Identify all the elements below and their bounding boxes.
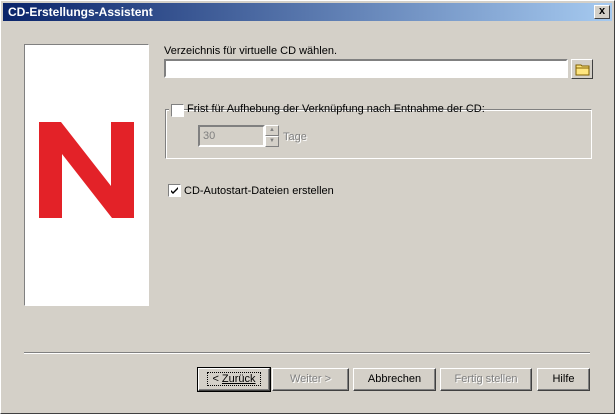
days-unit-label: Tage xyxy=(283,131,307,143)
autostart-label: CD-Autostart-Dateien erstellen xyxy=(184,185,334,197)
window-title: CD-Erstellungs-Assistent xyxy=(8,5,153,19)
unlink-label: Frist für Aufhebung der Verknüpfung nach… xyxy=(187,103,485,115)
help-button[interactable]: Hilfe xyxy=(537,368,590,391)
unlink-checkbox[interactable] xyxy=(171,104,184,117)
unlink-option[interactable]: Frist für Aufhebung der Verknüpfung nach… xyxy=(169,102,485,117)
spin-up-icon[interactable]: ▲ xyxy=(265,125,279,136)
back-button[interactable]: < Zurück xyxy=(197,367,271,392)
button-separator xyxy=(24,352,590,354)
close-button[interactable]: x xyxy=(594,5,610,19)
check-icon xyxy=(171,187,178,194)
folder-icon xyxy=(575,64,590,76)
next-button[interactable]: Weiter > xyxy=(272,368,349,391)
directory-input[interactable] xyxy=(164,59,568,78)
logo-panel xyxy=(24,44,149,306)
autostart-checkbox[interactable] xyxy=(168,184,181,197)
novell-n-logo xyxy=(39,122,134,218)
browse-folder-button[interactable] xyxy=(571,59,593,79)
cancel-button[interactable]: Abbrechen xyxy=(353,368,436,391)
finish-button[interactable]: Fertig stellen xyxy=(440,368,532,391)
title-bar[interactable]: CD-Erstellungs-Assistent x xyxy=(3,3,612,21)
days-input[interactable] xyxy=(198,125,265,147)
directory-label: Verzeichnis für virtuelle CD wählen. xyxy=(164,45,338,57)
spin-down-icon[interactable]: ▼ xyxy=(265,136,279,147)
days-spinner[interactable]: ▲ ▼ xyxy=(265,125,279,147)
wizard-window: CD-Erstellungs-Assistent x Verzeichnis f… xyxy=(0,0,615,414)
